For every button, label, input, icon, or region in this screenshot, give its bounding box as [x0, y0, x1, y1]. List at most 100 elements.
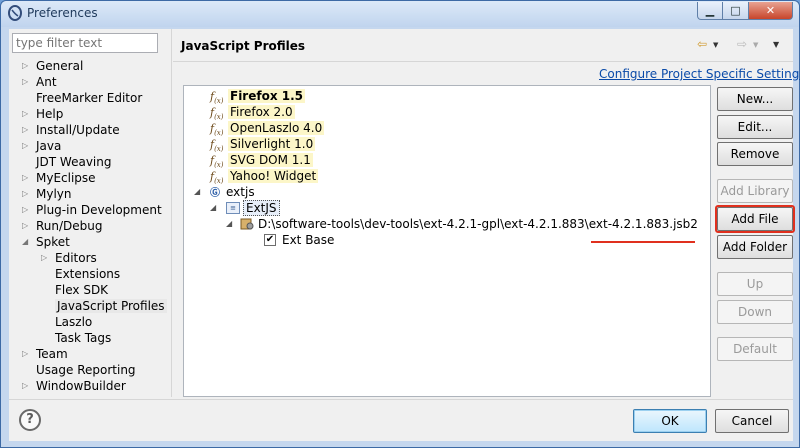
menu-dropdown-icon[interactable]: ▼ — [773, 40, 779, 49]
sidebar-item-label: Laszlo — [55, 315, 93, 329]
sidebar-item-flex-sdk[interactable]: Flex SDK — [55, 282, 108, 298]
cancel-button[interactable]: Cancel — [715, 409, 789, 433]
minimize-button[interactable]: ▁ — [697, 2, 723, 20]
sash-divider[interactable] — [171, 29, 172, 397]
remove-button[interactable]: Remove — [717, 142, 793, 166]
configure-project-settings-link[interactable]: Configure Project Specific Settings... — [599, 67, 800, 81]
sidebar-item-label: WindowBuilder — [36, 379, 126, 393]
sidebar-item-usage-reporting[interactable]: Usage Reporting — [36, 362, 136, 378]
footer-separator — [9, 399, 793, 400]
sidebar-item-label: Ant — [36, 75, 57, 89]
sidebar-item-label: Mylyn — [36, 187, 72, 201]
sidebar-item-plug-in-development[interactable]: ▷ Plug-in Development — [22, 202, 162, 218]
sidebar-item-label: Help — [36, 107, 64, 121]
ok-button[interactable]: OK — [633, 409, 707, 433]
sidebar-item-freemarker-editor[interactable]: FreeMarker Editor — [36, 90, 142, 106]
page-nav-toolbar: ⇦ ▼ ⇨ ▼ ▼ — [697, 37, 789, 53]
collapsed-arrow-icon[interactable]: ▷ — [41, 250, 51, 266]
sidebar-item-myeclipse[interactable]: ▷ MyEclipse — [22, 170, 96, 186]
sidebar-item-team[interactable]: ▷ Team — [22, 346, 68, 362]
sidebar-item-java[interactable]: ▷ Java — [22, 138, 62, 154]
header-separator — [173, 61, 793, 62]
sidebar-item-jdt-weaving[interactable]: JDT Weaving — [36, 154, 111, 170]
sidebar-item-label: Install/Update — [36, 123, 120, 137]
collapsed-arrow-icon[interactable]: ▷ — [22, 122, 32, 138]
close-button[interactable]: ✕ — [749, 2, 793, 20]
expanded-arrow-icon[interactable]: ◢ — [210, 200, 216, 216]
filter-input[interactable] — [12, 33, 158, 53]
window-title: Preferences — [27, 6, 98, 20]
back-arrow-icon[interactable]: ⇦ — [697, 37, 707, 51]
eclipse-icon — [8, 5, 22, 21]
forward-arrow-icon[interactable]: ⇨ — [737, 37, 747, 51]
sidebar-item-mylyn[interactable]: ▷ Mylyn — [22, 186, 72, 202]
sidebar-item-label: Editors — [55, 251, 97, 265]
profile-item-firefox-2-0[interactable]: f(x) Firefox 2.0 — [210, 104, 295, 121]
file-item-jsb2[interactable]: ◢ D:\software-tools\dev-tools\ext-4.2.1-… — [226, 216, 698, 232]
sidebar-item-label: MyEclipse — [36, 171, 96, 185]
collapsed-arrow-icon[interactable]: ▷ — [22, 346, 32, 362]
annotation-underline — [591, 241, 695, 243]
sidebar-item-label: Java — [36, 139, 62, 153]
sidebar-item-label: Team — [36, 347, 68, 361]
sidebar-item-label: General — [36, 59, 84, 73]
collapsed-arrow-icon[interactable]: ▷ — [22, 186, 32, 202]
page-title: JavaScript Profiles — [181, 39, 306, 53]
sidebar-item-label: Extensions — [55, 267, 121, 281]
sidebar-item-help[interactable]: ▷ Help — [22, 106, 64, 122]
profile-item-svg-dom[interactable]: f(x) SVG DOM 1.1 — [210, 152, 313, 169]
sidebar-item-spket[interactable]: ◢ Spket — [22, 234, 70, 250]
profile-item-silverlight[interactable]: f(x) Silverlight 1.0 — [210, 136, 316, 153]
module-item-ext-base[interactable]: ✔ Ext Base — [264, 232, 334, 248]
collapsed-arrow-icon[interactable]: ▷ — [22, 74, 32, 90]
sidebar-item-javascript-profiles[interactable]: JavaScript Profiles — [55, 298, 167, 314]
sidebar-item-label: FreeMarker Editor — [36, 91, 143, 105]
expanded-arrow-icon[interactable]: ◢ — [194, 184, 200, 200]
library-icon: ≡ — [226, 201, 240, 214]
title-bar: Preferences ▁ □ ✕ — [1, 1, 799, 27]
sidebar-item-label: Task Tags — [55, 331, 112, 345]
edit-button[interactable]: Edit... — [717, 115, 793, 139]
forward-dropdown-icon[interactable]: ▼ — [753, 41, 758, 49]
library-item-extjs[interactable]: ◢ ≡ ExtJS — [210, 200, 280, 216]
sidebar-item-run-debug[interactable]: ▷ Run/Debug — [22, 218, 103, 234]
sidebar-item-install-update[interactable]: ▷ Install/Update — [22, 122, 120, 138]
profile-item-extjs[interactable]: ◢ Ⓖextjs — [194, 184, 255, 200]
jar-file-icon — [240, 218, 254, 230]
add-library-button[interactable]: Add Library — [717, 179, 793, 203]
sidebar-item-label: Flex SDK — [55, 283, 109, 297]
add-file-button[interactable]: Add File — [717, 207, 793, 231]
down-button[interactable]: Down — [717, 300, 793, 324]
sidebar-item-general[interactable]: ▷ General — [22, 58, 84, 74]
collapsed-arrow-icon[interactable]: ▷ — [22, 58, 32, 74]
sidebar-item-extensions[interactable]: Extensions — [55, 266, 120, 282]
collapsed-arrow-icon[interactable]: ▷ — [22, 106, 32, 122]
expanded-arrow-icon[interactable]: ◢ — [22, 234, 32, 250]
default-button[interactable]: Default — [717, 337, 793, 361]
new-button[interactable]: New... — [717, 87, 793, 111]
profile-item-openlaszlo[interactable]: f(x) OpenLaszlo 4.0 — [210, 120, 325, 137]
sidebar-item-laszlo[interactable]: Laszlo — [55, 314, 92, 330]
sidebar-item-ant[interactable]: ▷ Ant — [22, 74, 57, 90]
sidebar-item-windowbuilder[interactable]: ▷ WindowBuilder — [22, 378, 126, 394]
ext-base-checkbox[interactable]: ✔ — [264, 233, 276, 246]
collapsed-arrow-icon[interactable]: ▷ — [22, 218, 32, 234]
collapsed-arrow-icon[interactable]: ▷ — [22, 138, 32, 154]
profile-item-yahoo-widget[interactable]: f(x) Yahoo! Widget — [210, 168, 319, 185]
preferences-window: Preferences ▁ □ ✕ ▷ General ▷ Ant FreeMarker… — [0, 0, 800, 448]
add-folder-button[interactable]: Add Folder — [717, 235, 793, 259]
preferences-tree: ▷ General ▷ Ant FreeMarker Editor ▷ Help ▷ Insta… — [9, 57, 169, 397]
collapsed-arrow-icon[interactable]: ▷ — [22, 378, 32, 394]
collapsed-arrow-icon[interactable]: ▷ — [22, 202, 32, 218]
dialog-body: ▷ General ▷ Ant FreeMarker Editor ▷ Help ▷ Insta… — [9, 29, 800, 441]
back-dropdown-icon[interactable]: ▼ — [713, 41, 718, 49]
maximize-button[interactable]: □ — [723, 2, 749, 20]
up-button[interactable]: Up — [717, 272, 793, 296]
help-icon[interactable]: ? — [19, 409, 41, 431]
expanded-arrow-icon[interactable]: ◢ — [226, 216, 232, 232]
profile-item-firefox-1-5[interactable]: f(x) Firefox 1.5 — [210, 88, 306, 105]
collapsed-arrow-icon[interactable]: ▷ — [22, 170, 32, 186]
sidebar-item-label: Usage Reporting — [36, 363, 136, 377]
sidebar-item-editors[interactable]: ▷ Editors — [41, 250, 97, 266]
sidebar-item-task-tags[interactable]: Task Tags — [55, 330, 111, 346]
